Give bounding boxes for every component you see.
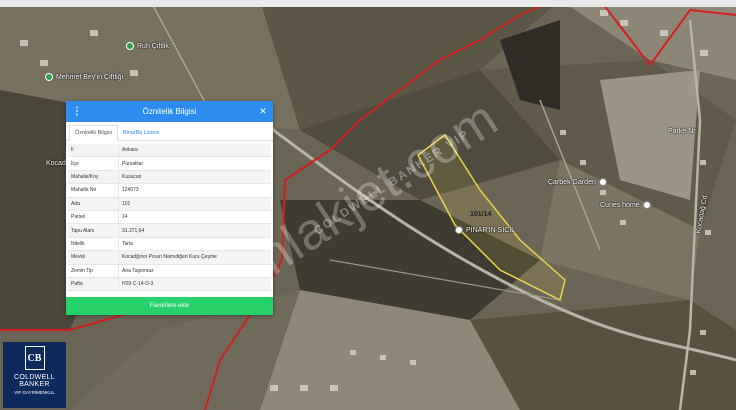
attribute-key: Mahalle No <box>68 183 119 198</box>
cb-logo-mark: CB <box>24 346 45 370</box>
table-row: Tapu Alanı 31.371,64 <box>68 223 271 238</box>
tab-attribute-info[interactable]: Öznitelik Bilgisi <box>69 125 118 141</box>
place-marker[interactable]: PINAR'IN SİCİL <box>455 226 515 234</box>
attribute-value: H29-C-14-D-3 <box>118 277 271 292</box>
attribute-key: Parsel <box>68 210 119 225</box>
attribute-value: Pursaklar <box>118 156 271 171</box>
attribute-value: 14 <box>118 210 271 225</box>
logo-line-2: BANKER <box>19 381 50 388</box>
add-to-favorites-button[interactable]: Favorilere ekle <box>66 297 273 315</box>
attribute-key: Ada <box>68 197 119 211</box>
attribute-value: 31.371,64 <box>118 223 271 238</box>
table-row: Mahalle No 124073 <box>68 183 271 198</box>
attribute-value: 101 <box>118 197 271 211</box>
popup-header: ⋮ Öznitelik Bilgisi ✕ <box>66 101 273 122</box>
table-row: Nitelik Tarla <box>68 237 271 252</box>
table-row: İlçe Pursaklar <box>68 156 271 171</box>
place-marker[interactable]: Çarbek Garden <box>548 178 607 186</box>
place-marker[interactable]: Cunes home <box>600 201 651 209</box>
table-row: Parsel 14 <box>68 210 271 225</box>
place-marker[interactable]: Mehmet Bey'in Çiftliği <box>45 73 123 81</box>
attribute-key: Mevkii <box>68 250 119 265</box>
tab-building-list[interactable]: Bina/Bb Listesi <box>118 126 164 140</box>
attribute-value: 124073 <box>118 183 271 198</box>
attribute-key: Tapu Alanı <box>68 223 119 238</box>
location-pin-icon <box>45 73 53 81</box>
coldwell-banker-logo: CB COLDWELL BANKER VIP GAYRİMENKUL <box>3 342 66 408</box>
parcel-label: 101/14 <box>470 211 492 218</box>
attribute-value: Kocadğının Pınarı Namıdiğeri Kuru Çeşme <box>118 250 271 265</box>
attribute-value: Kusucan <box>118 170 271 185</box>
attribute-key: İlçe <box>68 156 119 171</box>
location-pin-icon <box>126 42 134 50</box>
table-row: İl Ankara <box>68 144 271 158</box>
table-row: Zemin Tip Ana Taşınmaz <box>68 264 271 278</box>
attribute-value: Ana Taşınmaz <box>118 264 271 278</box>
popup-title: Öznitelik Bilgisi <box>142 107 197 116</box>
close-icon[interactable]: ✕ <box>257 106 269 117</box>
attribute-key: Zemin Tip <box>68 264 119 278</box>
map-top-bar <box>0 0 736 7</box>
attribute-key: Mahalle/Koy <box>68 170 119 185</box>
table-row: Mahalle/Koy Kusucan <box>68 170 271 185</box>
attribute-key: Pafta <box>68 277 119 292</box>
table-row: Ada 101 <box>68 197 271 211</box>
attribute-key: İl <box>68 144 119 158</box>
table-row: Pafta H29-C-14-D-3 <box>68 277 271 292</box>
popup-tabs: Öznitelik Bilgisi Bina/Bb Listesi <box>66 122 273 141</box>
place-marker[interactable]: Ruh Çiftlik <box>126 42 169 50</box>
attribute-value: Tarla <box>118 237 271 252</box>
logo-line-3: VIP GAYRİMENKUL <box>14 390 55 395</box>
table-row: Mevkii Kocadğının Pınarı Namıdiğeri Kuru … <box>68 250 271 265</box>
location-pin-icon <box>598 178 607 186</box>
attribute-table: İl Ankara İlçe Pursaklar Mahalle/Koy Kusuca… <box>68 144 271 292</box>
attribute-key: Nitelik <box>68 237 119 252</box>
attribute-info-popup: ⋮ Öznitelik Bilgisi ✕ Öznitelik Bilgisi … <box>66 101 273 315</box>
location-pin-icon <box>642 201 651 209</box>
kebab-menu-icon[interactable]: ⋮ <box>72 106 82 117</box>
place-marker[interactable]: Parke Nr <box>668 128 696 135</box>
location-pin-icon <box>455 226 463 234</box>
attribute-value: Ankara <box>118 144 271 158</box>
logo-line-1: COLDWELL <box>14 374 55 381</box>
